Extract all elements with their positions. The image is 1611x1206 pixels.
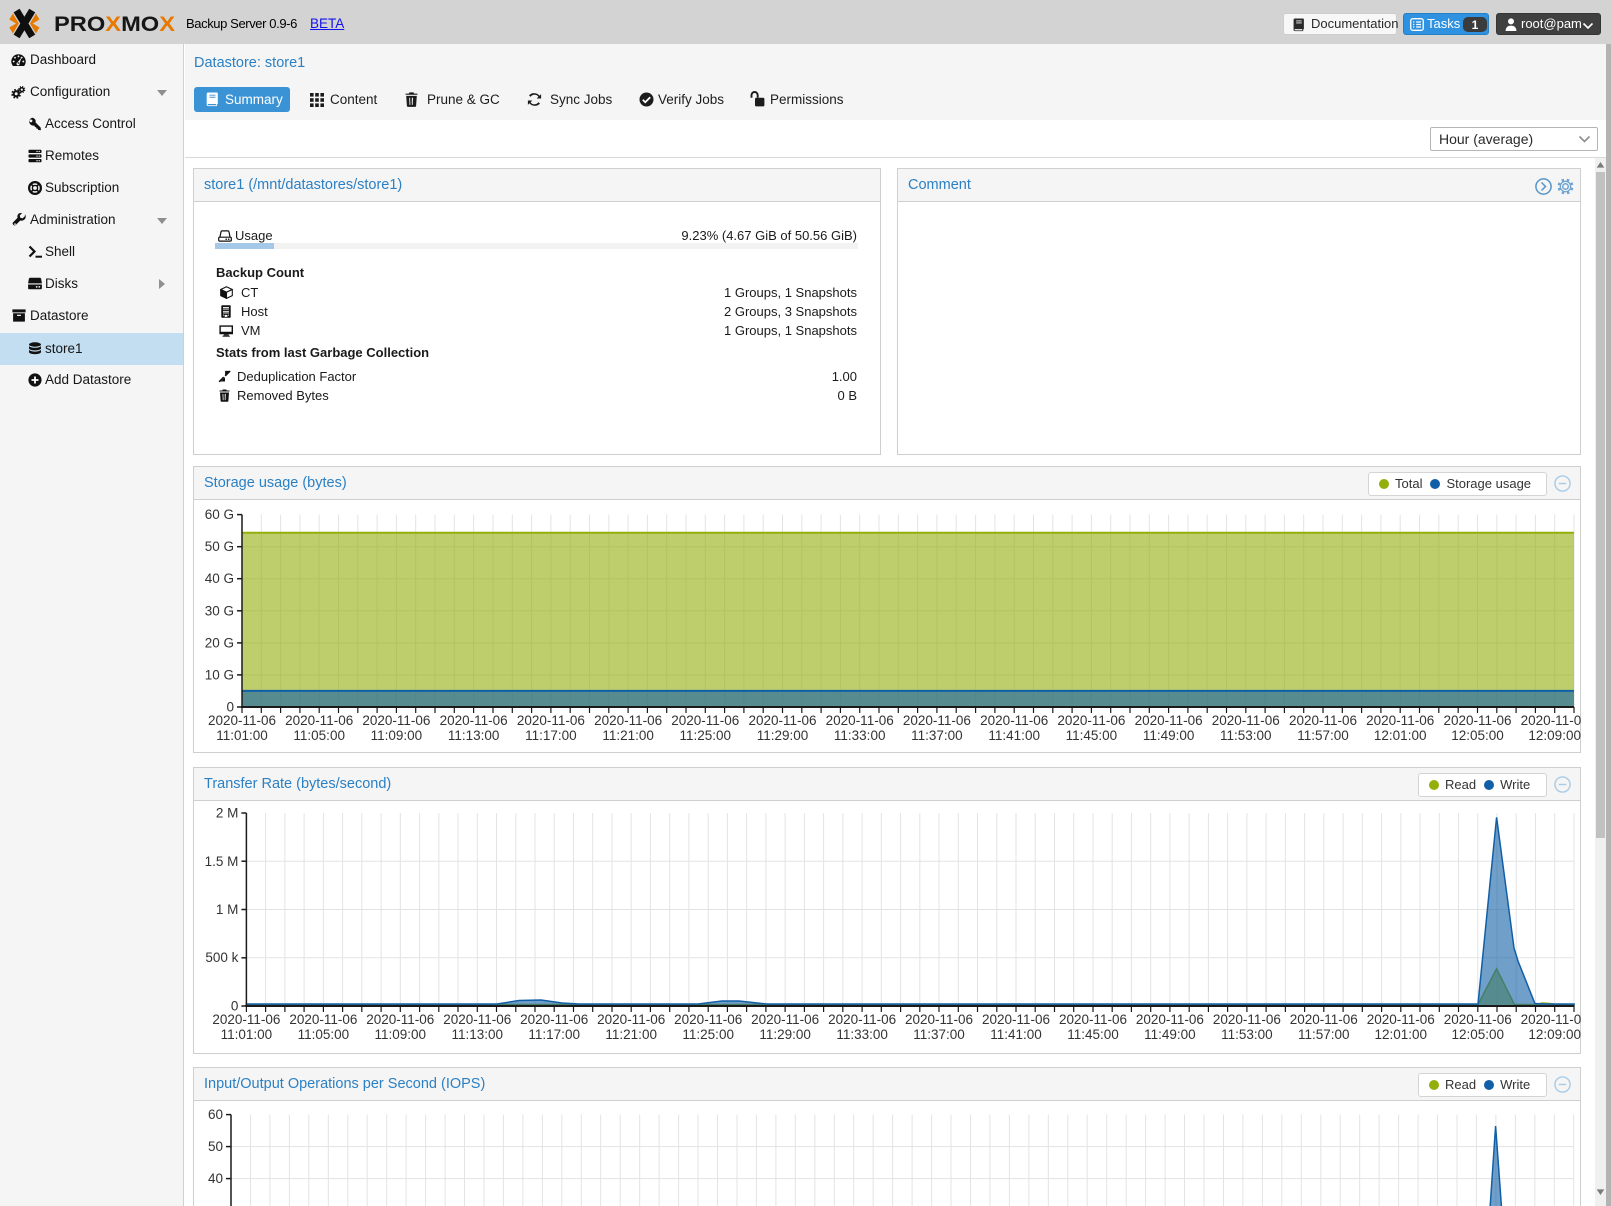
svg-text:2020-11-06: 2020-11-06	[982, 1012, 1050, 1027]
svg-text:2020-11-06: 2020-11-06	[905, 1012, 973, 1027]
svg-text:12:05:00: 12:05:00	[1451, 728, 1504, 743]
svg-text:2020-11-06: 2020-11-06	[1366, 713, 1434, 728]
svg-text:11:45:00: 11:45:00	[1067, 1027, 1119, 1042]
svg-text:2020-11-06: 2020-11-06	[520, 1012, 588, 1027]
svg-text:1.5 M: 1.5 M	[205, 854, 239, 869]
svg-text:40 G: 40 G	[205, 571, 234, 586]
svg-text:11:53:00: 11:53:00	[1220, 728, 1272, 743]
svg-text:2020-11-06: 2020-11-06	[1521, 713, 1581, 728]
svg-text:11:41:00: 11:41:00	[990, 1027, 1042, 1042]
svg-text:2020-11-06: 2020-11-06	[980, 713, 1048, 728]
svg-text:2020-11-06: 2020-11-06	[1057, 713, 1125, 728]
svg-text:11:41:00: 11:41:00	[988, 728, 1040, 743]
svg-text:11:01:00: 11:01:00	[216, 728, 268, 743]
svg-text:1 M: 1 M	[216, 902, 239, 917]
svg-text:2020-11-06: 2020-11-06	[362, 713, 430, 728]
svg-text:40: 40	[208, 1171, 223, 1186]
svg-text:2020-11-06: 2020-11-06	[1212, 713, 1280, 728]
svg-text:11:17:00: 11:17:00	[525, 728, 577, 743]
svg-text:2020-11-06: 2020-11-06	[1136, 1012, 1204, 1027]
svg-text:11:21:00: 11:21:00	[605, 1027, 657, 1042]
svg-text:11:29:00: 11:29:00	[757, 728, 809, 743]
svg-text:11:05:00: 11:05:00	[293, 728, 345, 743]
svg-text:12:09:00: 12:09:00	[1528, 1027, 1581, 1042]
svg-text:PROXMOX: PROXMOX	[54, 13, 175, 36]
svg-text:60 G: 60 G	[205, 507, 234, 522]
svg-text:11:25:00: 11:25:00	[682, 1027, 734, 1042]
svg-text:11:09:00: 11:09:00	[371, 728, 423, 743]
svg-text:2 M: 2 M	[216, 806, 239, 821]
svg-text:2020-11-06: 2020-11-06	[285, 713, 353, 728]
svg-text:10 G: 10 G	[205, 667, 234, 682]
svg-text:12:01:00: 12:01:00	[1374, 728, 1427, 743]
svg-text:11:57:00: 11:57:00	[1297, 728, 1349, 743]
svg-text:2020-11-06: 2020-11-06	[443, 1012, 511, 1027]
svg-text:11:57:00: 11:57:00	[1298, 1027, 1350, 1042]
svg-text:11:33:00: 11:33:00	[836, 1027, 888, 1042]
svg-text:11:53:00: 11:53:00	[1221, 1027, 1273, 1042]
svg-text:2020-11-06: 2020-11-06	[208, 713, 276, 728]
svg-text:2020-11-06: 2020-11-06	[366, 1012, 434, 1027]
svg-text:60: 60	[208, 1107, 223, 1122]
svg-text:11:01:00: 11:01:00	[221, 1027, 273, 1042]
svg-text:12:01:00: 12:01:00	[1375, 1027, 1428, 1042]
svg-text:11:45:00: 11:45:00	[1066, 728, 1118, 743]
svg-text:500 k: 500 k	[205, 950, 238, 965]
svg-text:2020-11-06: 2020-11-06	[748, 713, 816, 728]
svg-text:2020-11-06: 2020-11-06	[751, 1012, 819, 1027]
svg-text:2020-11-06: 2020-11-06	[1443, 713, 1511, 728]
svg-text:2020-11-06: 2020-11-06	[1367, 1012, 1435, 1027]
svg-text:2020-11-06: 2020-11-06	[1290, 1012, 1358, 1027]
svg-text:11:49:00: 11:49:00	[1144, 1027, 1196, 1042]
svg-text:11:17:00: 11:17:00	[528, 1027, 580, 1042]
svg-text:2020-11-06: 2020-11-06	[440, 713, 508, 728]
svg-text:11:29:00: 11:29:00	[759, 1027, 811, 1042]
svg-text:12:05:00: 12:05:00	[1452, 1027, 1505, 1042]
svg-text:11:25:00: 11:25:00	[680, 728, 732, 743]
svg-text:2020-11-06: 2020-11-06	[903, 713, 971, 728]
svg-text:50: 50	[208, 1139, 223, 1154]
svg-text:30 G: 30 G	[205, 603, 234, 618]
svg-text:2020-11-06: 2020-11-06	[674, 1012, 742, 1027]
svg-text:11:37:00: 11:37:00	[913, 1027, 965, 1042]
svg-text:2020-11-06: 2020-11-06	[671, 713, 739, 728]
svg-text:50 G: 50 G	[205, 539, 234, 554]
svg-text:2020-11-06: 2020-11-06	[1521, 1012, 1581, 1027]
svg-text:11:05:00: 11:05:00	[298, 1027, 350, 1042]
svg-text:2020-11-06: 2020-11-06	[1135, 713, 1203, 728]
svg-text:11:21:00: 11:21:00	[602, 728, 654, 743]
svg-text:2020-11-06: 2020-11-06	[826, 713, 894, 728]
svg-text:11:37:00: 11:37:00	[911, 728, 963, 743]
svg-text:11:13:00: 11:13:00	[448, 728, 500, 743]
svg-text:2020-11-06: 2020-11-06	[1289, 713, 1357, 728]
svg-text:2020-11-06: 2020-11-06	[289, 1012, 357, 1027]
svg-text:20 G: 20 G	[205, 635, 234, 650]
svg-text:2020-11-06: 2020-11-06	[594, 713, 662, 728]
svg-text:2020-11-06: 2020-11-06	[597, 1012, 665, 1027]
svg-text:12:09:00: 12:09:00	[1528, 728, 1581, 743]
svg-text:11:33:00: 11:33:00	[834, 728, 886, 743]
svg-text:2020-11-06: 2020-11-06	[517, 713, 585, 728]
svg-text:11:13:00: 11:13:00	[452, 1027, 504, 1042]
svg-text:11:49:00: 11:49:00	[1143, 728, 1195, 743]
svg-text:2020-11-06: 2020-11-06	[1444, 1012, 1512, 1027]
svg-text:11:09:00: 11:09:00	[375, 1027, 427, 1042]
svg-text:2020-11-06: 2020-11-06	[212, 1012, 280, 1027]
svg-text:2020-11-06: 2020-11-06	[828, 1012, 896, 1027]
svg-text:2020-11-06: 2020-11-06	[1213, 1012, 1281, 1027]
svg-text:2020-11-06: 2020-11-06	[1059, 1012, 1127, 1027]
